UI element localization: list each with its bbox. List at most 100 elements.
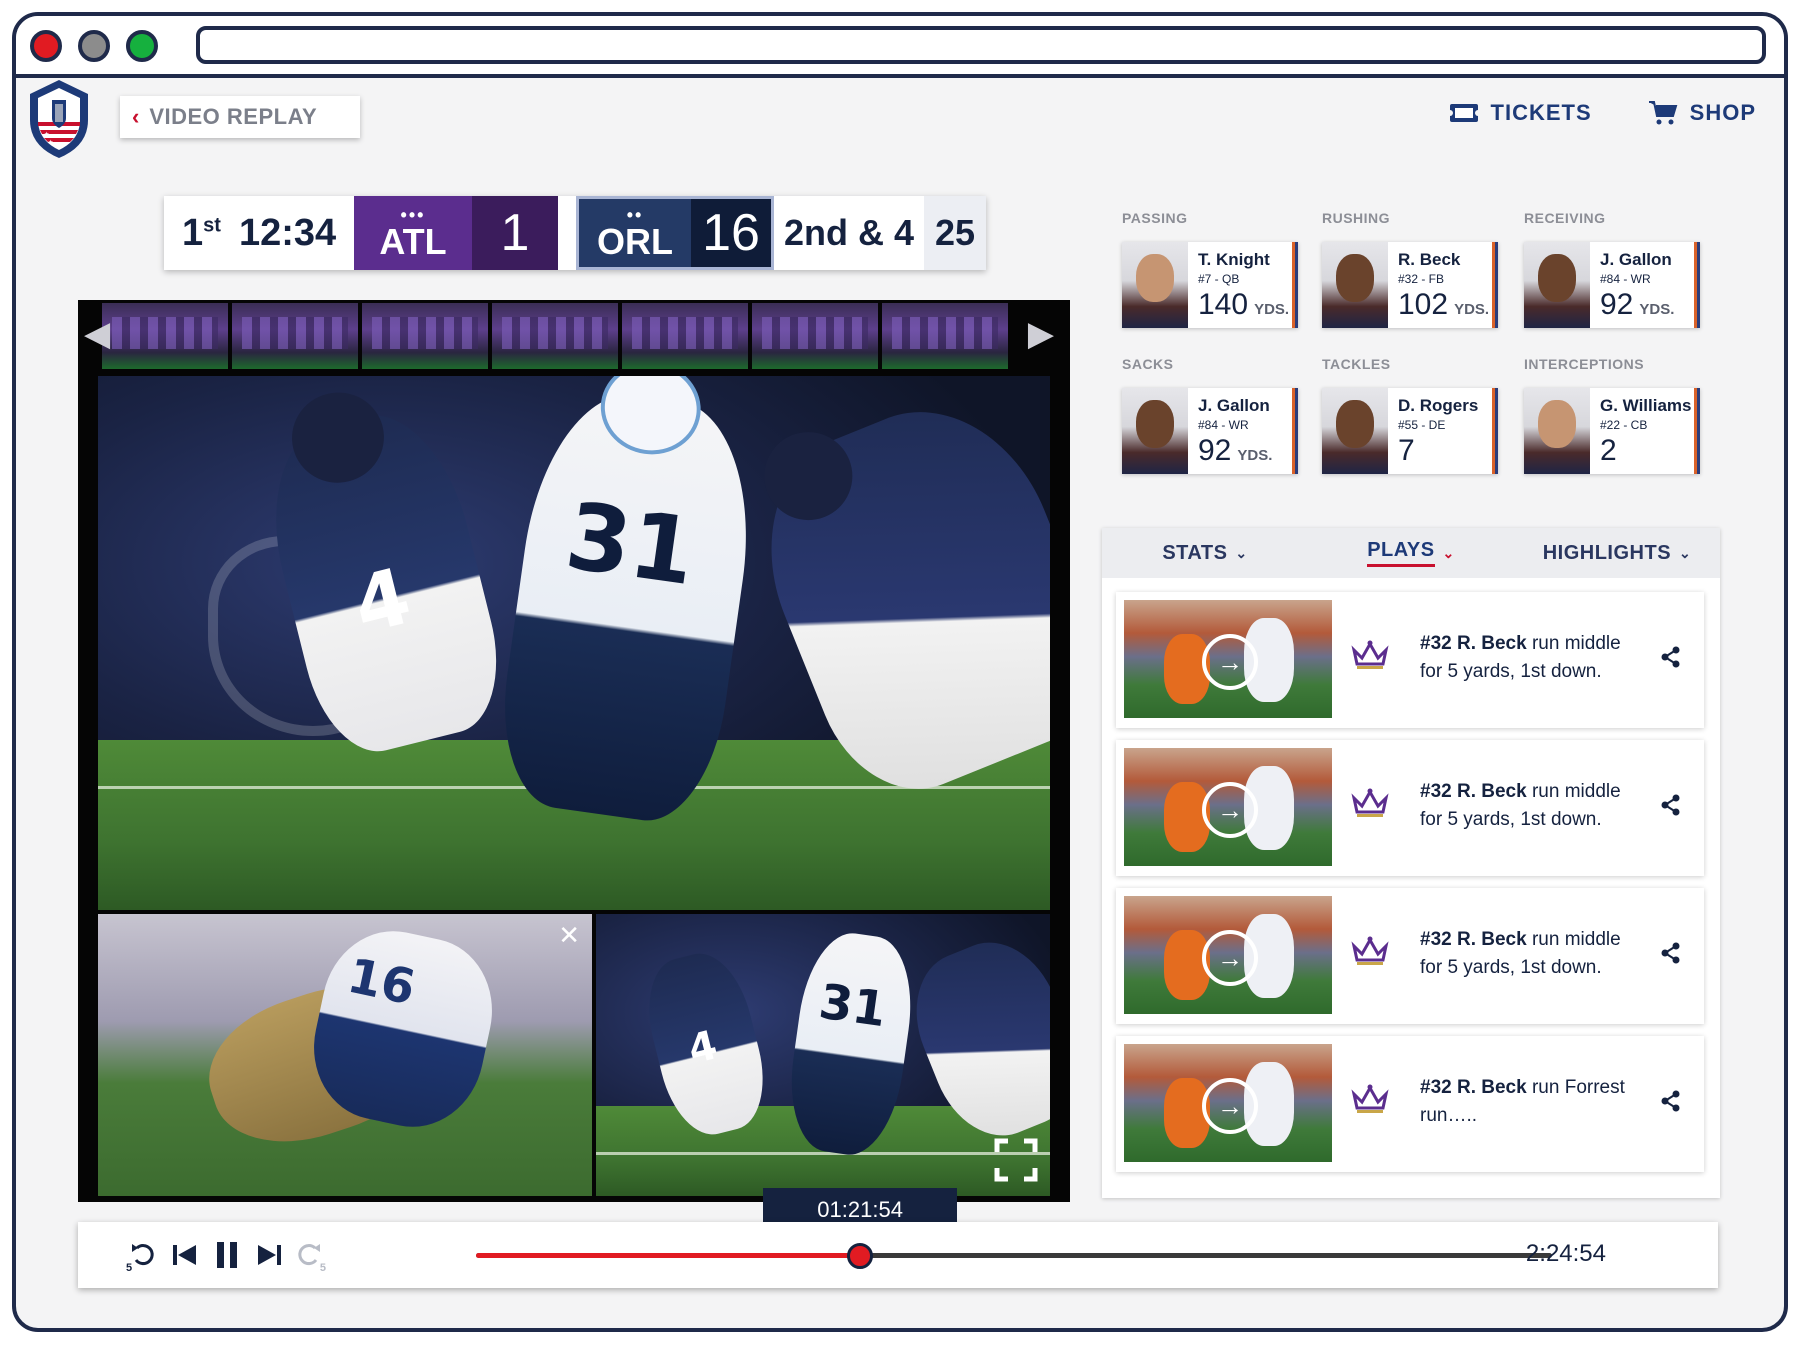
- chevron-down-icon: ⌄: [1679, 544, 1692, 561]
- play-video-thumbnail[interactable]: →: [1124, 748, 1332, 866]
- next-button[interactable]: [252, 1238, 286, 1272]
- shop-link[interactable]: SHOP: [1648, 100, 1756, 126]
- stat-unit: YDS.: [1254, 301, 1290, 318]
- thumbnail-strip: ◀ ▶: [78, 300, 1070, 372]
- play-video-thumbnail[interactable]: →: [1124, 896, 1332, 1014]
- share-icon[interactable]: [1660, 794, 1682, 816]
- home-score-value: 1: [472, 196, 558, 270]
- progress-track[interactable]: [476, 1253, 1552, 1258]
- play-circle-icon[interactable]: →: [1202, 1078, 1258, 1134]
- video-player[interactable]: ◀ ▶ 4 31 16 ✕ 4 31: [78, 300, 1070, 1202]
- secondary-camera-view[interactable]: 16 ✕: [98, 914, 592, 1196]
- progress-fill: [476, 1253, 861, 1258]
- chevron-down-icon: ⌄: [1235, 544, 1248, 561]
- fullscreen-icon[interactable]: [994, 1138, 1038, 1182]
- back-button-label: VIDEO REPLAY: [149, 104, 318, 129]
- strip-thumbnail[interactable]: [362, 303, 488, 369]
- rewind-5-button[interactable]: 5: [126, 1238, 160, 1274]
- stat-value-row: 92 YDS.: [1198, 434, 1272, 468]
- crown-icon: [1351, 1084, 1389, 1113]
- progress-knob[interactable]: [847, 1243, 874, 1269]
- player-name: J. Gallon: [1198, 396, 1270, 415]
- strip-thumbnail[interactable]: [232, 303, 358, 369]
- clock-time: 12:34: [238, 211, 337, 254]
- stat-leader-card[interactable]: D. Rogers #55 - DE 7: [1322, 388, 1498, 474]
- play-video-thumbnail[interactable]: →: [1124, 1044, 1332, 1162]
- player-headshot: [1122, 388, 1188, 474]
- strip-thumbnail[interactable]: [882, 303, 1008, 369]
- league-shield-logo[interactable]: ★ ★: [24, 78, 94, 160]
- share-icon[interactable]: [1660, 1090, 1682, 1112]
- strip-thumbnail[interactable]: [752, 303, 878, 369]
- stat-value: 102: [1398, 288, 1449, 321]
- forward-5-button[interactable]: 5: [292, 1238, 326, 1274]
- skip-next-icon: [258, 1245, 281, 1265]
- play-circle-icon[interactable]: →: [1202, 930, 1258, 986]
- tab-stats[interactable]: STATS ⌄: [1102, 528, 1308, 578]
- shop-label: SHOP: [1689, 100, 1756, 125]
- player-headshot: [1122, 242, 1188, 328]
- share-icon[interactable]: [1660, 942, 1682, 964]
- play-card[interactable]: → #32 R. Beck run middle for 5 yards, 1st…: [1116, 592, 1704, 728]
- home-team-score: ••• ATL 1: [354, 196, 558, 270]
- play-player: #32 R. Beck: [1420, 633, 1527, 654]
- stat-leader-card[interactable]: T. Knight #7 - QB 140 YDS.: [1122, 242, 1298, 328]
- strip-thumbnail[interactable]: [492, 303, 618, 369]
- yard-line: 25: [924, 196, 986, 270]
- play-description: #32 R. Beck run middle for 5 yards, 1st …: [1420, 778, 1640, 834]
- play-circle-icon[interactable]: →: [1202, 634, 1258, 690]
- pause-icon: [217, 1242, 237, 1268]
- pause-button[interactable]: [210, 1238, 244, 1272]
- away-team-abbr: •• ORL: [579, 199, 691, 267]
- panel-tabs: STATS ⌄ PLAYS ⌄ HIGHLIGHTS ⌄: [1102, 528, 1720, 578]
- tab-highlights[interactable]: HIGHLIGHTS ⌄: [1514, 528, 1720, 578]
- play-video-thumbnail[interactable]: →: [1124, 600, 1332, 718]
- stat-leader-card[interactable]: J. Gallon #84 - WR 92 YDS.: [1524, 242, 1700, 328]
- play-description: #32 R. Beck run middle for 5 yards, 1st …: [1420, 630, 1640, 686]
- tab-plays[interactable]: PLAYS ⌄: [1308, 528, 1514, 578]
- tickets-link[interactable]: TICKETS: [1448, 100, 1592, 126]
- play-player: #32 R. Beck: [1420, 1077, 1527, 1098]
- play-card[interactable]: → #32 R. Beck run middle for 5 yards, 1st…: [1116, 740, 1704, 876]
- share-icon[interactable]: [1660, 646, 1682, 668]
- previous-button[interactable]: [168, 1238, 202, 1272]
- stat-unit: YDS.: [1639, 301, 1675, 318]
- crown-icon: [1351, 936, 1389, 965]
- play-player: #32 R. Beck: [1420, 781, 1527, 802]
- maximize-window-button[interactable]: [126, 30, 158, 62]
- strip-thumbnail[interactable]: [102, 303, 228, 369]
- player-name: J. Gallon: [1600, 250, 1672, 269]
- total-duration: 2:24:54: [1525, 1240, 1606, 1267]
- address-bar[interactable]: [196, 26, 1766, 64]
- home-team-abbr: ••• ATL: [354, 196, 472, 270]
- main-camera-view[interactable]: 4 31: [98, 376, 1050, 910]
- strip-next-icon[interactable]: ▶: [1028, 314, 1054, 354]
- stat-value-row: 102 YDS.: [1398, 288, 1489, 322]
- strip-thumbnail[interactable]: [622, 303, 748, 369]
- player-headshot: [1524, 242, 1590, 328]
- chevron-down-icon: ⌄: [1442, 544, 1455, 561]
- svg-text:★: ★: [44, 131, 49, 138]
- minimize-window-button[interactable]: [78, 30, 110, 62]
- strip-prev-icon[interactable]: ◀: [84, 314, 110, 354]
- stat-leader-card[interactable]: G. Williams #22 - CB 2: [1524, 388, 1700, 474]
- top-nav: TICKETS SHOP: [1448, 100, 1756, 126]
- browser-chrome: [16, 16, 1784, 78]
- skip-previous-icon: [173, 1245, 196, 1265]
- play-card[interactable]: → #32 R. Beck run Forrest run…..: [1116, 1036, 1704, 1172]
- play-description: #32 R. Beck run middle for 5 yards, 1st …: [1420, 926, 1640, 982]
- stat-leader-card[interactable]: R. Beck #32 - FB 102 YDS.: [1322, 242, 1498, 328]
- video-replay-back-button[interactable]: ‹ VIDEO REPLAY: [120, 96, 360, 138]
- close-view-icon[interactable]: ✕: [558, 920, 580, 951]
- stat-category-label: RUSHING: [1322, 210, 1391, 226]
- stat-value-row: 2: [1600, 434, 1623, 468]
- tertiary-camera-view[interactable]: 4 31: [596, 914, 1050, 1196]
- player-number-position: #84 - WR: [1600, 272, 1651, 286]
- close-window-button[interactable]: [30, 30, 62, 62]
- stat-value: 140: [1198, 288, 1249, 321]
- play-circle-icon[interactable]: →: [1202, 782, 1258, 838]
- play-card[interactable]: → #32 R. Beck run middle for 5 yards, 1st…: [1116, 888, 1704, 1024]
- scoreboard: 1st 12:34 ••• ATL 1 •• ORL 16 2nd & 4 25: [164, 196, 986, 270]
- player-number-position: #7 - QB: [1198, 272, 1240, 286]
- stat-leader-card[interactable]: J. Gallon #84 - WR 92 YDS.: [1122, 388, 1298, 474]
